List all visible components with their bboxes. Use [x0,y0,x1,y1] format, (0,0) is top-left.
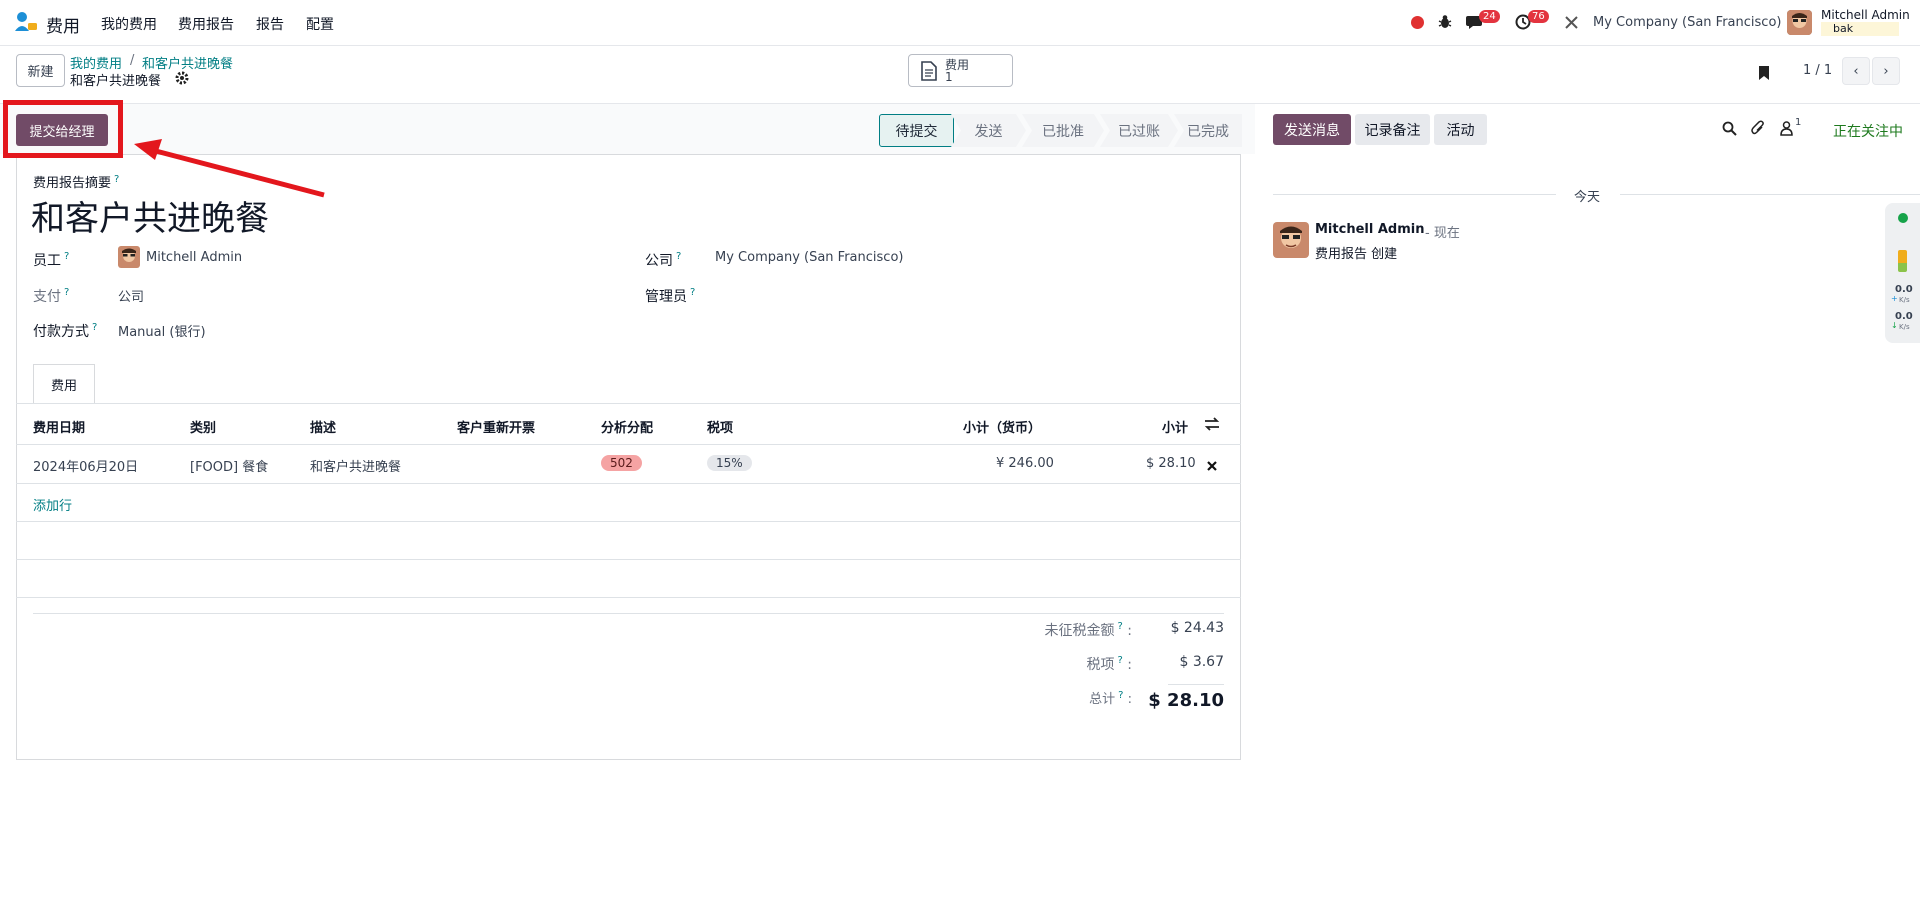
tools-icon[interactable] [1564,15,1579,30]
employee-avatar [118,246,140,268]
paid-by-value[interactable]: 公司 [118,286,144,305]
chevron-right-icon: › [1883,63,1889,79]
row-divider-3 [16,559,1241,560]
date-separator: 今天 [1574,190,1601,205]
company-switcher[interactable]: My Company (San Francisco) [1593,15,1781,30]
tab-expenses[interactable]: 费用 [33,364,95,404]
stage-posted-label: 已过账 [1118,123,1160,140]
totals-divider [33,613,1224,614]
activity-label: 活动 [1446,122,1475,139]
payment-method-value[interactable]: Manual (银行) [118,321,206,340]
activity-badge: 76 [1528,10,1549,23]
paid-by-label: 支付? [33,287,70,305]
level-bar-icon [1898,250,1907,272]
stage-done-label: 已完成 [1187,123,1229,140]
header-divider [16,444,1241,445]
date-separator-line-left [1273,194,1556,195]
smart-button-count: 1 [945,69,953,84]
smart-button-label: 费用 [945,57,970,72]
col-description[interactable]: 描述 [310,417,336,436]
followers-user-icon[interactable] [1780,121,1793,136]
upload-unit: K/s [1899,296,1910,304]
analytic-tag[interactable]: 502 [601,455,642,471]
activity-button[interactable]: 活动 [1434,114,1487,145]
stage-done[interactable]: 已完成 [1174,114,1242,147]
delete-row-icon[interactable] [1207,459,1217,471]
annotation-arrow [134,139,325,198]
row-divider [16,483,1241,484]
db-name: bak [1833,22,1854,35]
stage-posted[interactable]: 已过账 [1100,114,1178,147]
payment-method-label: 付款方式? [33,322,98,340]
send-message-button[interactable]: 发送消息 [1273,114,1351,145]
bug-icon[interactable] [1438,14,1452,30]
tax-total-label: 税项? : [1086,655,1132,673]
tab-divider [16,403,1241,404]
tax-tag[interactable]: 15% [707,455,752,471]
user-name[interactable]: Mitchell Admin [1821,8,1910,22]
row-subtotal-currency[interactable]: ¥ 246.00 [996,456,1054,471]
stage-approved[interactable]: 已批准 [1022,114,1104,147]
message-author-avatar[interactable] [1273,222,1309,258]
col-rebill[interactable]: 客户重新开票 [457,417,535,436]
download-arrow-icon: ↓ [1891,321,1898,330]
paperclip-icon[interactable] [1751,120,1765,136]
chevron-left-icon: ‹ [1853,63,1859,79]
user-avatar[interactable] [1787,10,1812,35]
log-note-button[interactable]: 记录备注 [1355,114,1430,145]
row-category[interactable]: [FOOD] 餐食 [190,456,268,475]
row-subtotal[interactable]: $ 28.10 [1146,456,1196,471]
tax-total-value: $ 3.67 [1179,654,1224,670]
row-divider-2 [16,521,1241,522]
total-divider [1168,684,1224,685]
record-dot-icon[interactable] [1411,16,1424,29]
col-taxes[interactable]: 税项 [707,417,733,436]
company-label: 公司? [645,251,682,269]
upload-arrow-icon: + [1891,294,1898,303]
smart-button-expenses[interactable]: 费用 1 [908,54,1013,87]
pager-value[interactable]: 1 / 1 [1803,63,1832,78]
download-unit: K/s [1899,323,1910,331]
stage-draft-label: 待提交 [895,123,938,140]
document-icon [921,60,937,81]
stage-approved-label: 已批准 [1042,123,1084,140]
tab-expenses-label: 费用 [50,378,77,394]
grand-total-value: $ 28.10 [1148,690,1224,711]
message-body: 费用报告 创建 [1315,247,1398,262]
row-divider-4 [16,597,1241,598]
log-note-label: 记录备注 [1364,122,1421,139]
bookmark-icon[interactable] [1758,65,1770,81]
col-analytic[interactable]: 分析分配 [601,417,653,436]
send-message-label: 发送消息 [1284,122,1340,139]
col-subtotal-currency[interactable]: 小计（货币） [963,417,1041,436]
stage-draft[interactable]: 待提交 [879,114,954,147]
chat-badge: 24 [1479,10,1500,23]
search-icon[interactable] [1722,121,1737,136]
message-author[interactable]: Mitchell Admin [1315,222,1424,237]
col-date[interactable]: 费用日期 [33,417,85,436]
stage-submitted[interactable]: 发送 [951,114,1026,147]
row-date[interactable]: 2024年06月20日 [33,456,138,475]
employee-label: 员工? [33,251,70,269]
employee-value[interactable]: Mitchell Admin [146,250,242,265]
optional-columns-icon[interactable] [1204,417,1220,431]
manager-label: 管理员? [645,287,696,305]
grand-total-label: 总计? : [1089,689,1132,707]
untaxed-value: $ 24.43 [1170,620,1224,636]
date-separator-line-right [1620,194,1920,195]
col-category[interactable]: 类别 [190,417,216,436]
network-speed-widget[interactable]: 0.0 K/s + 0.0 K/s ↓ [1885,203,1920,343]
untaxed-label: 未征税金额? : [1044,621,1132,639]
status-dot-icon [1898,213,1908,223]
stage-submitted-label: 发送 [974,123,1003,140]
col-subtotal[interactable]: 小计 [1162,417,1188,436]
following-button[interactable]: 正在关注中 [1833,121,1903,141]
pager-next-button[interactable]: › [1872,57,1900,85]
follower-count: 1 [1795,117,1802,128]
pager-previous-button[interactable]: ‹ [1842,57,1870,85]
row-description[interactable]: 和客户共进晚餐 [310,456,401,475]
message-time: - 现在 [1425,226,1460,241]
add-line-link[interactable]: 添加行 [33,495,72,514]
company-value[interactable]: My Company (San Francisco) [715,250,903,265]
